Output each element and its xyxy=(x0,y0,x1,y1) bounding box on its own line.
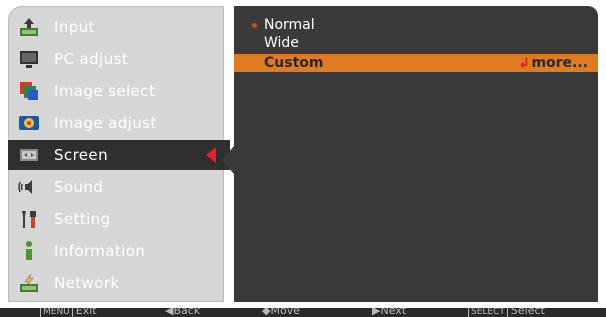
menu-item-image-select[interactable]: Image select xyxy=(8,76,224,106)
more-link[interactable]: more... xyxy=(531,55,588,71)
hint-select: SELECT Select xyxy=(468,308,545,317)
option-label: Normal xyxy=(264,17,315,33)
image-adjust-icon xyxy=(18,112,40,134)
projector-menu: Input PC adjust Image select Image adjus… xyxy=(0,0,606,317)
input-icon xyxy=(18,16,40,38)
option-wide[interactable]: Wide xyxy=(234,34,598,52)
menu-item-label: Input xyxy=(54,18,95,36)
image-select-icon xyxy=(18,80,40,102)
selection-arrow-icon xyxy=(206,147,216,163)
menu-item-sound[interactable]: Sound xyxy=(8,172,224,202)
menu-item-label: Network xyxy=(54,274,120,292)
pc-adjust-icon xyxy=(18,48,40,70)
menu-item-label: Image adjust xyxy=(54,114,157,132)
option-custom[interactable]: Custom ↲ more... xyxy=(234,54,598,72)
hint-move: ◆Move xyxy=(262,308,300,317)
network-icon xyxy=(18,272,40,294)
hint-bar: MENU Exit ◀Back ◆Move ▶Next SELECT Select xyxy=(0,308,606,317)
select-key-icon: SELECT xyxy=(468,308,508,317)
option-normal[interactable]: Normal xyxy=(234,16,598,34)
screen-icon xyxy=(18,144,40,166)
menu-item-label: Sound xyxy=(54,178,104,196)
setting-icon xyxy=(18,208,40,230)
hint-exit: MENU Exit xyxy=(40,308,97,317)
hint-back: ◀Back xyxy=(165,308,201,317)
menu-key-icon: MENU xyxy=(40,308,73,317)
menu-item-label: Setting xyxy=(54,210,111,228)
menu-item-information[interactable]: Information xyxy=(8,236,224,266)
menu-item-setting[interactable]: Setting xyxy=(8,204,224,234)
menu-item-screen[interactable]: Screen xyxy=(8,140,230,170)
option-label: Custom xyxy=(264,55,324,71)
menu-item-label: Screen xyxy=(54,146,108,164)
menu-item-label: PC adjust xyxy=(54,50,128,68)
menu-item-label: Information xyxy=(54,242,146,260)
enter-arrow-icon: ↲ xyxy=(518,56,530,72)
main-menu-panel: Input PC adjust Image select Image adjus… xyxy=(8,6,230,302)
submenu-pointer xyxy=(222,146,234,174)
hint-next: ▶Next xyxy=(372,308,407,317)
sound-icon xyxy=(18,176,40,198)
option-label: Wide xyxy=(264,35,299,51)
menu-item-input[interactable]: Input xyxy=(8,12,224,42)
menu-item-network[interactable]: Network xyxy=(8,268,224,298)
menu-item-pc-adjust[interactable]: PC adjust xyxy=(8,44,224,74)
menu-item-label: Image select xyxy=(54,82,156,100)
screen-submenu-panel: Normal Wide Custom ↲ more... xyxy=(234,6,598,302)
menu-item-image-adjust[interactable]: Image adjust xyxy=(8,108,224,138)
information-icon xyxy=(18,240,40,262)
current-selection-dot xyxy=(252,22,257,28)
